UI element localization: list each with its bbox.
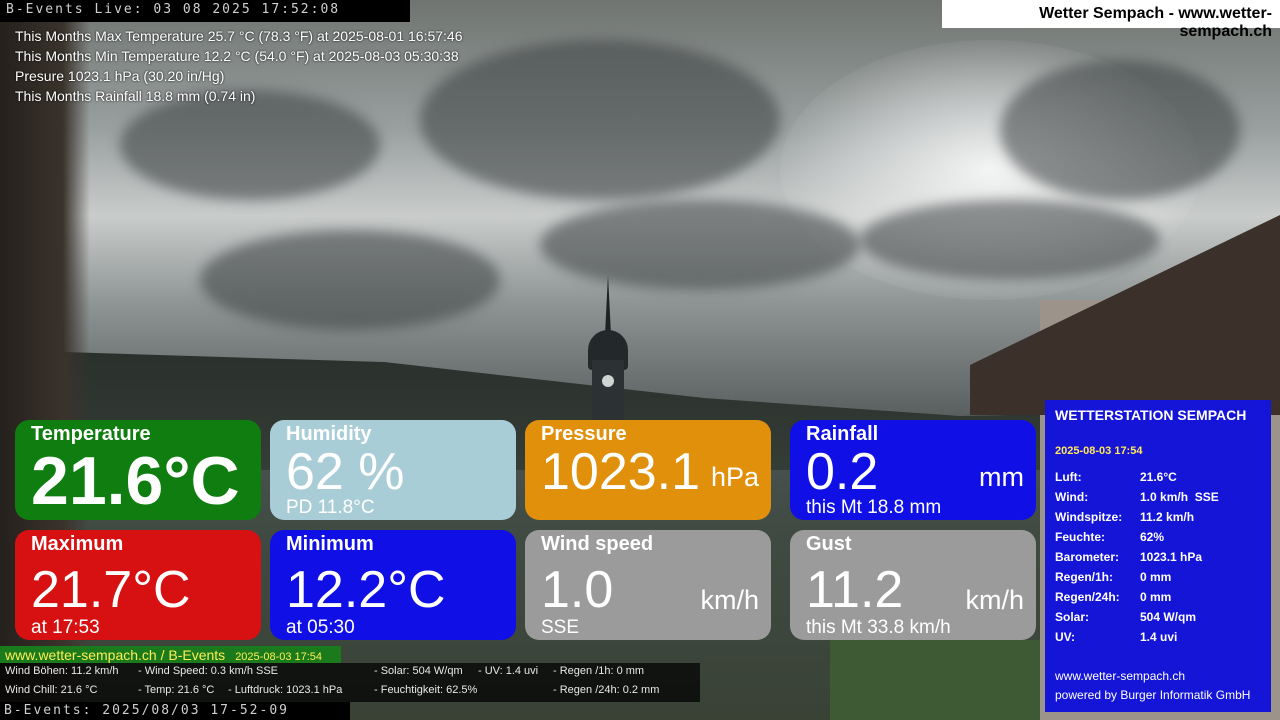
tile-label: Wind speed [541,533,654,555]
tile-unit: hPa [710,462,759,492]
reading-key: Barometer: [1055,550,1120,564]
station-reading-row: Regen/1h: 0 mm [1055,567,1219,587]
tile-value: 12.2°C [286,561,446,619]
tile-unit: mm [979,462,1024,492]
ticker-item: - Regen /24h: 0.2 mm [553,684,660,696]
reading-value: 504 W/qm [1140,610,1197,624]
ticker-header: www.wetter-sempach.ch / B-Events 2025-08-… [0,646,341,663]
reading-key: Feuchte: [1055,530,1106,544]
camera-timestamp-top: B-Events Live: 03 08 2025 17:52:08 [0,0,410,22]
reading-key: Wind: [1055,490,1089,504]
tile-sub: at 17:53 [31,617,100,638]
tile-sub: at 05:30 [286,617,355,638]
tile-value: 62 % [286,443,405,501]
tile-sub: SSE [541,617,580,638]
tile-sub: this Mt 18.8 mm [806,497,942,518]
station-reading-row: Solar: 504 W/qm [1055,607,1219,627]
pressure-stat: Presure 1023.1 hPa (30.20 in/Hg) [15,68,225,84]
wind-speed-tile: Wind speed 1.0 km/h SSE [525,530,771,640]
reading-key: Regen/24h: [1055,590,1120,604]
station-info-panel: WETTERSTATION SEMPACH 2025-08-03 17:54 L… [1045,400,1271,712]
ticker-site: www.wetter-sempach.ch / B-Events [5,647,226,663]
station-reading-row: Feuchte: 62% [1055,527,1219,547]
ticker-item: Wind Chill: 21.6 °C [5,684,98,696]
tile-unit: km/h [700,585,759,615]
reading-key: Windspitze: [1055,510,1123,524]
meadow [830,640,1040,720]
news-ticker: www.wetter-sempach.ch / B-Events 2025-08-… [0,646,700,702]
rainfall-tile: Rainfall 0.2 mm this Mt 18.8 mm [790,420,1036,520]
gust-tile: Gust 11.2 km/h this Mt 33.8 km/h [790,530,1036,640]
ticker-item: - Solar: 504 W/qm [374,665,463,677]
reading-value: 21.6°C [1140,470,1177,484]
station-reading-row: Luft: 21.6°C [1055,467,1219,487]
tile-value: 21.7°C [31,561,191,619]
dark-cloud [1000,60,1240,200]
dark-cloud [200,230,500,330]
tile-label: Minimum [286,533,374,555]
reading-key: Luft: [1055,470,1082,484]
reading-value: 1.4 uvi [1140,630,1178,644]
station-reading-row: Windspitze: 11.2 km/h [1055,507,1219,527]
tile-value: 1.0 [541,561,614,619]
tile-unit: km/h [965,585,1024,615]
reading-key: Regen/1h: [1055,570,1114,584]
maximum-tile: Maximum 21.7°C at 17:53 [15,530,261,640]
tile-value: 11.2 [806,561,904,619]
station-reading-row: Wind: 1.0 km/h SSE [1055,487,1219,507]
station-datetime: 2025-08-03 17:54 [1055,445,1143,457]
dark-cloud [120,90,380,200]
station-title: WETTERSTATION SEMPACH [1055,407,1247,423]
reading-value: 1023.1 hPa [1140,550,1203,564]
ticker-item: - UV: 1.4 uvi [478,665,539,677]
dark-cloud [420,40,780,200]
temperature-tile: Temperature 21.6°C [15,420,261,520]
tile-sub: this Mt 33.8 km/h [806,617,951,638]
ticker-item: - Regen /1h: 0 mm [553,665,645,677]
reading-key: Solar: [1055,610,1090,624]
tile-value: 21.6°C [31,443,240,519]
station-readings-table: Luft: 21.6°C Wind: 1.0 km/h SSE Windspitze: 1… [1055,467,1219,647]
humidity-tile: Humidity 62 % PD 11.8°C [270,420,516,520]
station-reading-row: Barometer: 1023.1 hPa [1055,547,1219,567]
minimum-tile: Minimum 12.2°C at 05:30 [270,530,516,640]
rainfall-stat: This Months Rainfall 18.8 mm (0.74 in) [15,88,256,104]
ticker-body: Wind Böhen: 11.2 km/h - Wind Speed: 0.3 … [0,663,700,702]
dark-cloud [860,200,1160,280]
pressure-tile: Pressure 1023.1 hPa [525,420,771,520]
station-reading-row: UV: 1.4 uvi [1055,627,1219,647]
tile-label: Gust [806,533,852,555]
tile-label: Maximum [31,533,124,555]
station-url: www.wetter-sempach.ch [1055,669,1186,683]
reading-value: 62% [1140,530,1165,544]
reading-value: 0 mm [1140,570,1172,584]
monthly-stats: This Months Max Temperature 25.7 °C (78.… [15,26,463,106]
reading-value: 0 mm [1140,590,1172,604]
ticker-item: Wind Böhen: 11.2 km/h [5,665,119,677]
tile-value: 0.2 [806,443,879,501]
ticker-item: - Luftdruck: 1023.1 hPa [228,684,343,696]
camera-timestamp-bottom: B-Events: 2025/08/03 17-52-09 [0,702,350,720]
max-temp-stat: This Months Max Temperature 25.7 °C (78.… [15,28,463,44]
ticker-item: - Temp: 21.6 °C [138,684,215,696]
church-tower [588,275,628,420]
reading-value: 11.2 km/h [1140,510,1195,524]
tile-sub: PD 11.8°C [286,497,375,518]
tile-value: 1023.1 [541,443,701,501]
station-reading-row: Regen/24h: 0 mm [1055,587,1219,607]
ticker-item: - Wind Speed: 0.3 km/h SSE [138,665,279,677]
site-title: Wetter Sempach - www.wetter-sempach.ch [942,0,1280,40]
reading-key: UV: [1055,630,1076,644]
powered-by: powered by Burger Informatik GmbH [1055,688,1251,702]
ticker-date: 2025-08-03 17:54 [235,651,323,663]
ticker-item: - Feuchtigkeit: 62.5% [374,684,478,696]
reading-value: 1.0 km/h SSE [1140,490,1219,504]
min-temp-stat: This Months Min Temperature 12.2 °C (54.… [15,48,459,64]
